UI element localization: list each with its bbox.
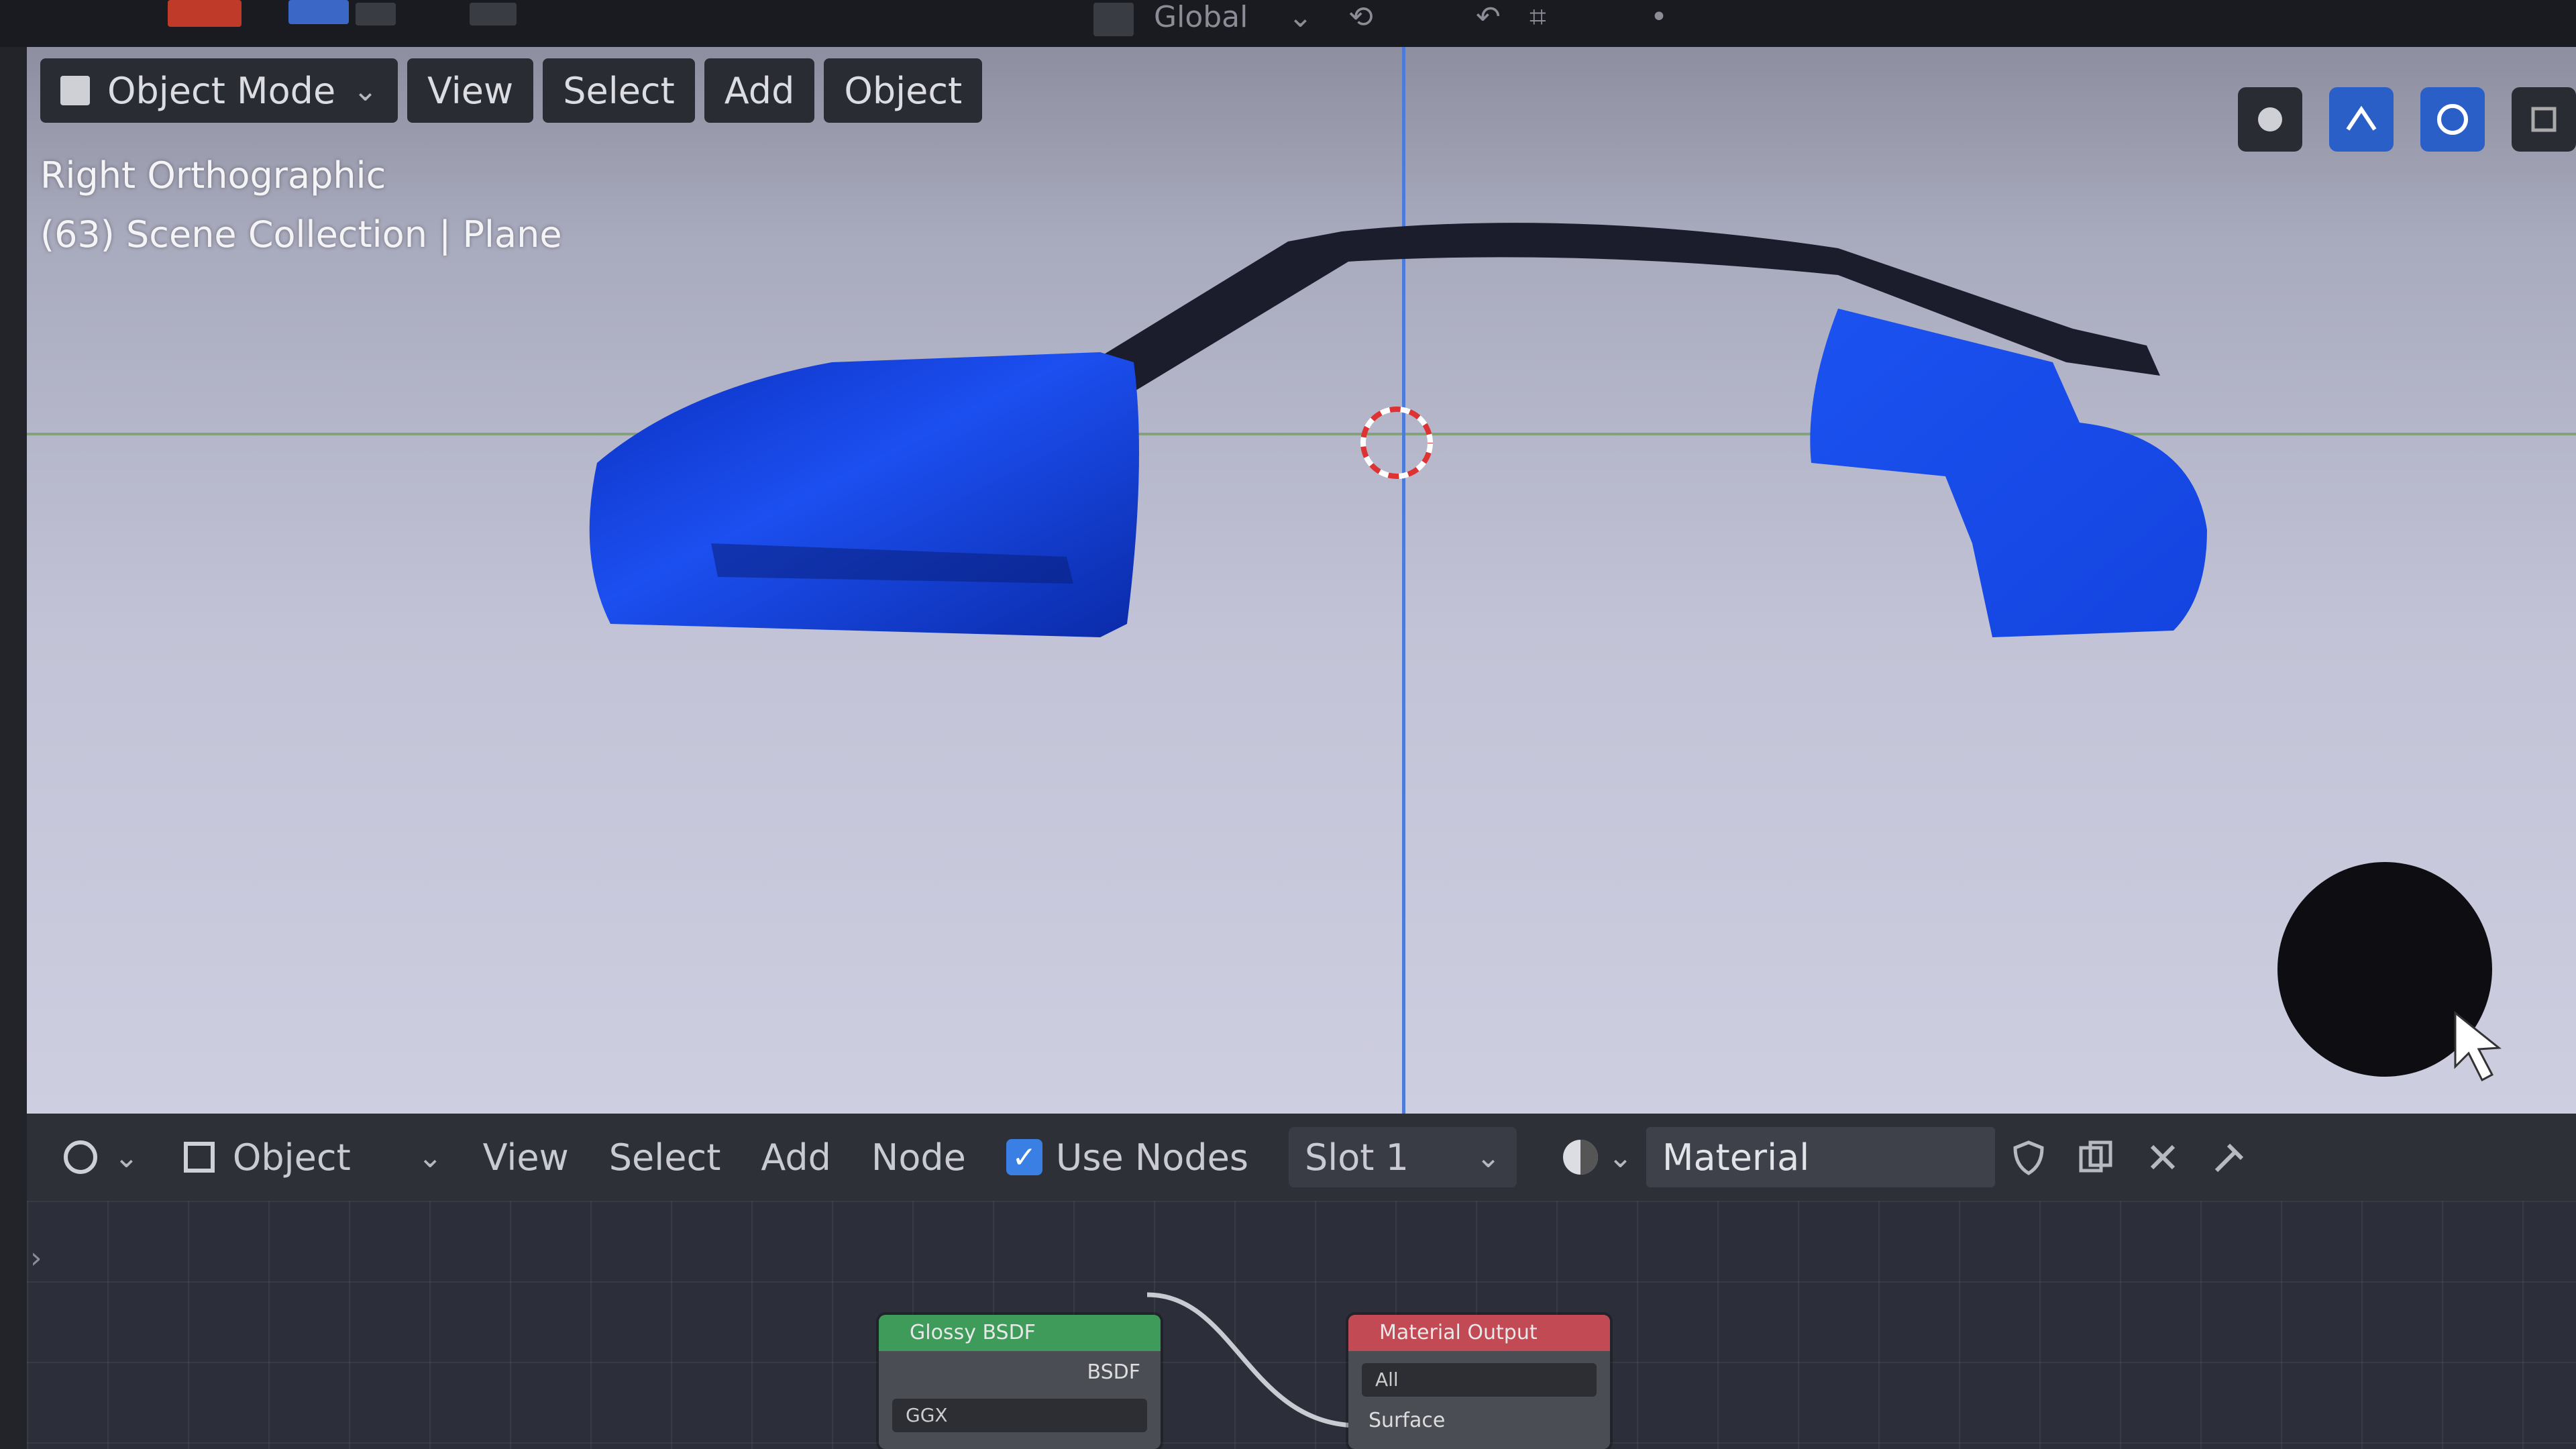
glossy-bsdf-node[interactable]: Glossy BSDF BSDF GGX xyxy=(879,1315,1161,1449)
object-context-icon xyxy=(183,1142,215,1173)
object-mode-icon xyxy=(60,76,90,105)
node-link xyxy=(1146,1292,1356,1428)
select-subtract-icon[interactable] xyxy=(470,3,517,25)
menu-add[interactable]: Add xyxy=(761,1136,831,1179)
left-region-strip xyxy=(0,47,27,1449)
chevron-down-icon: ⌄ xyxy=(114,1140,139,1175)
menu-view[interactable]: View xyxy=(407,58,534,123)
material-actions xyxy=(2008,1137,2250,1177)
use-nodes-label: Use Nodes xyxy=(1055,1136,1248,1179)
unlink-close-icon[interactable] xyxy=(2143,1137,2183,1177)
slot-label: Slot 1 xyxy=(1304,1136,1409,1179)
transform-orientation-label[interactable]: Global xyxy=(1154,0,1248,34)
proportional-edit-icon[interactable]: • xyxy=(1650,0,1668,34)
top-toolbar: Global ⌄ ⟲ ↶ ⌗ • xyxy=(0,0,2576,47)
material-output-node[interactable]: Material Output All Surface xyxy=(1348,1315,1610,1449)
menu-add[interactable]: Add xyxy=(704,58,815,123)
menu-select[interactable]: Select xyxy=(609,1136,721,1179)
xray-toggle-icon[interactable] xyxy=(2512,87,2576,152)
viewport-header: Object Mode ⌄ View Select Add Object xyxy=(40,47,983,134)
front-body-panel xyxy=(589,352,1139,637)
visibility-icon[interactable] xyxy=(2238,87,2302,152)
checkbox-checked-icon[interactable]: ✓ xyxy=(1006,1139,1042,1175)
snap-target-icon[interactable]: ⌗ xyxy=(1529,0,1546,34)
chevron-down-icon: ⌄ xyxy=(1476,1140,1501,1175)
menu-view[interactable]: View xyxy=(483,1136,569,1179)
gizmo-toggle-icon[interactable] xyxy=(2329,87,2394,152)
node-editor-header: ⌄ Object ⌄ View Select Add Node ✓ Use No… xyxy=(27,1114,2576,1201)
shader-context-dropdown[interactable]: Object ⌄ xyxy=(179,1136,443,1179)
fake-user-shield-icon[interactable] xyxy=(2008,1137,2049,1177)
node-editor-canvas[interactable]: Glossy BSDF BSDF GGX Material Output All… xyxy=(27,1201,2576,1449)
pin-icon[interactable] xyxy=(2210,1137,2250,1177)
object-mode-dropdown[interactable]: Object Mode ⌄ xyxy=(40,58,398,123)
overlay-toggle-icon[interactable] xyxy=(2420,87,2485,152)
pivot-icon[interactable]: ⟲ xyxy=(1348,0,1373,34)
view-name: Right Orthographic xyxy=(40,154,386,197)
menu-node[interactable]: Node xyxy=(871,1136,966,1179)
material-name-field[interactable]: Material xyxy=(1646,1127,1995,1187)
scene-collection-line: (63) Scene Collection | Plane xyxy=(40,213,562,256)
context-label: Object xyxy=(232,1136,351,1179)
chevron-down-icon: ⌄ xyxy=(1607,1140,1633,1175)
object-mode-label: Object Mode xyxy=(107,69,336,112)
transform-orientation-icon xyxy=(1093,3,1134,36)
node-title: Material Output xyxy=(1348,1315,1610,1351)
use-nodes-toggle[interactable]: ✓ Use Nodes xyxy=(1006,1136,1248,1179)
duplicate-material-icon[interactable] xyxy=(2076,1137,2116,1177)
editor-type-icon xyxy=(64,1140,97,1174)
surface-input-socket-label: Surface xyxy=(1368,1409,1446,1432)
editor-type-dropdown[interactable]: ⌄ xyxy=(60,1137,139,1177)
menu-select[interactable]: Select xyxy=(543,58,695,123)
target-dropdown[interactable]: All xyxy=(1362,1363,1597,1397)
node-title: Glossy BSDF xyxy=(879,1315,1161,1351)
chevron-down-icon: ⌄ xyxy=(417,1140,443,1175)
select-extend-icon[interactable] xyxy=(356,3,396,25)
select-mode-icon[interactable] xyxy=(288,0,349,24)
chevron-down-icon: ⌄ xyxy=(353,73,378,108)
material-browse-dropdown[interactable]: ⌄ xyxy=(1557,1134,1633,1181)
distribution-dropdown[interactable]: GGX xyxy=(892,1399,1147,1432)
viewport-info-overlay: Right Orthographic (63) Scene Collection… xyxy=(40,146,562,264)
snap-icon[interactable]: ↶ xyxy=(1476,0,1501,34)
material-sphere-icon xyxy=(1562,1140,1598,1175)
3d-viewport[interactable]: Object Mode ⌄ View Select Add Object Rig… xyxy=(27,47,2576,1114)
chevron-down-icon[interactable]: ⌄ xyxy=(1288,0,1313,34)
record-icon[interactable] xyxy=(168,0,241,27)
material-slot-dropdown[interactable]: Slot 1 ⌄ xyxy=(1288,1127,1517,1187)
menu-object[interactable]: Object xyxy=(824,58,983,123)
viewport-gizmo-buttons xyxy=(2238,87,2576,152)
bsdf-output-socket-label: BSDF xyxy=(1087,1360,1140,1384)
chevron-right-icon[interactable]: › xyxy=(30,1241,42,1275)
